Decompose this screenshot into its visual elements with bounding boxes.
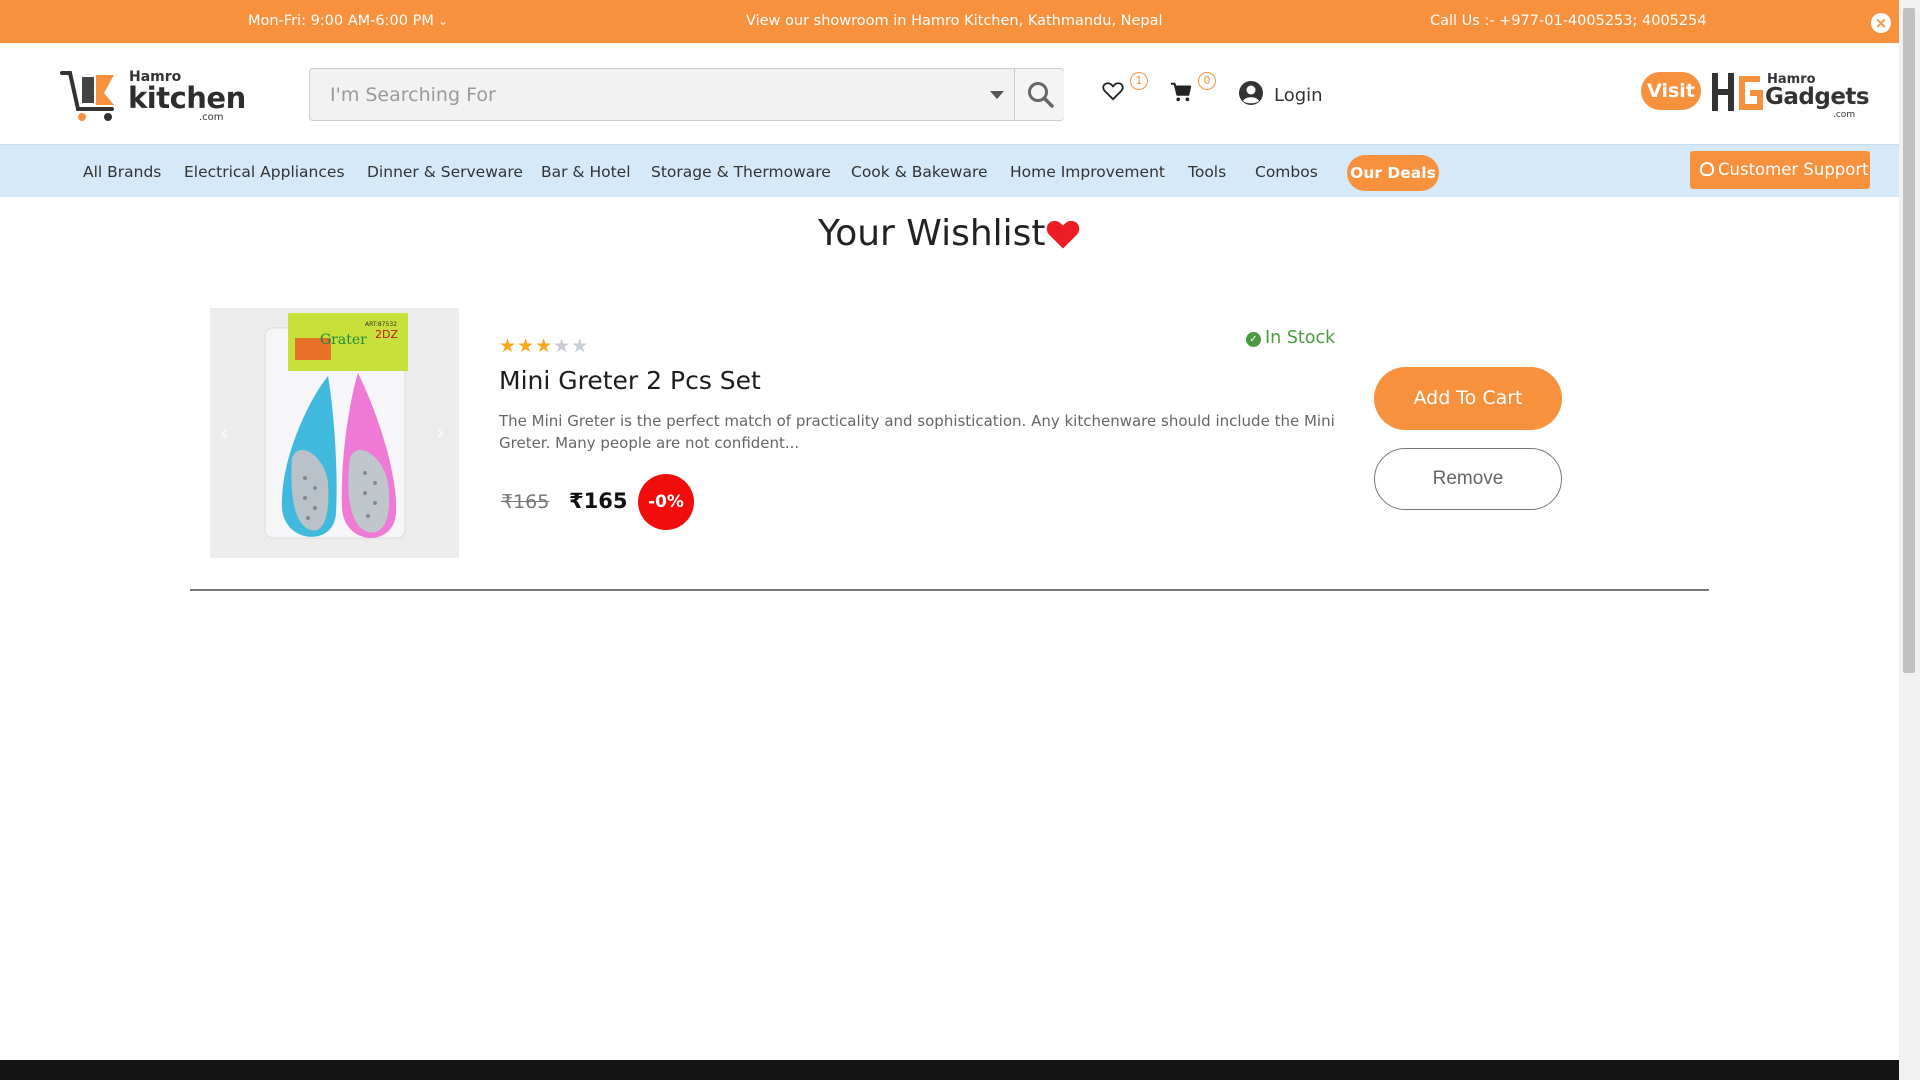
logo-kitchen-text: kitchen [128,81,246,115]
product-image-carousel[interactable]: Grater 2DZ ART:87532 ‹ › [210,308,459,558]
nav-item-combos[interactable]: Combos [1255,163,1318,181]
wishlist-count-badge: 1 [1130,72,1148,90]
call-us-text: Call Us :- +977-01-4005253; 4005254 [1430,13,1707,29]
star-empty-icon: ★ [553,335,572,357]
logo-com-text: .com [199,112,224,123]
nav-item-all-brands[interactable]: All Brands [83,163,161,181]
cart-icon [1170,82,1192,102]
nav-item-bar-hotel[interactable]: Bar & Hotel [541,163,631,181]
star-empty-icon: ★ [571,335,590,357]
business-hours-dropdown[interactable]: Mon-Fri: 9:00 AM-6:00 PM ⌄ [248,13,448,29]
page: Mon-Fri: 9:00 AM-6:00 PM ⌄ View our showr… [0,0,1920,1080]
top-info-bar: Mon-Fri: 9:00 AM-6:00 PM ⌄ View our showr… [0,0,1899,43]
search-button[interactable] [1014,69,1064,120]
check-circle-icon: ✓ [1246,332,1261,347]
star-filled-icon: ★ [517,335,536,357]
cart-count-badge: 0 [1198,72,1216,90]
our-deals-button[interactable]: Our Deals [1347,155,1439,191]
carousel-prev-icon[interactable]: ‹ [220,421,229,446]
item-divider [190,589,1709,591]
hamro-gadgets-logo[interactable]: Hamro Gadgets .com [1710,69,1870,120]
wishlist-link[interactable]: 1 [1102,72,1148,105]
star-filled-icon: ★ [535,335,554,357]
hg-logo-mark-icon [1712,73,1763,111]
login-label: Login [1274,85,1323,106]
stock-status-label: In Stock [1265,328,1336,348]
site-header: Hamro kitchen .com 1 [0,43,1899,144]
footer-strip [0,1060,1899,1080]
category-dropdown-icon[interactable] [990,91,1004,99]
search-icon [1028,82,1054,108]
product-description: The Mini Greter is the perfect match of … [499,412,1335,452]
heart-outline-icon [1102,82,1124,101]
page-title: Your Wishlist [818,213,1046,254]
star-rating: ★★★★★ [499,335,589,357]
product-name[interactable]: Mini Greter 2 Pcs Set [499,366,761,395]
nav-item-cook-bakeware[interactable]: Cook & Bakeware [851,163,988,181]
current-price: ₹165 [569,489,628,513]
hg-gadgets-text: Gadgets [1765,84,1870,110]
nav-item-dinner-serveware[interactable]: Dinner & Serveware [367,163,523,181]
pack-art-text: ART:87532 [365,321,397,328]
category-nav: All Brands Electrical Appliances Dinner … [0,144,1899,197]
product-image: Grater 2DZ ART:87532 [210,308,459,558]
business-hours-text: Mon-Fri: 9:00 AM-6:00 PM [248,13,434,29]
nav-item-home-improvement[interactable]: Home Improvement [1010,163,1165,181]
add-to-cart-button[interactable]: Add To Cart [1374,367,1562,430]
customer-support-label: Customer Support [1718,160,1869,179]
cart-link[interactable]: 0 [1170,72,1216,107]
chevron-down-icon: ⌄ [437,14,448,28]
customer-support-button[interactable]: Customer Support [1690,151,1870,189]
carousel-next-icon[interactable]: › [436,421,445,446]
star-filled-icon: ★ [499,335,518,357]
remove-button[interactable]: Remove [1374,448,1562,510]
user-account-icon [1239,81,1263,105]
nav-item-storage-thermoware[interactable]: Storage & Thermoware [651,163,831,181]
headset-icon [1700,162,1714,176]
nav-item-tools[interactable]: Tools [1188,163,1226,181]
showroom-text: View our showroom in Hamro Kitchen, Kath… [746,13,1163,29]
visit-partner-button[interactable]: Visit [1641,72,1701,110]
pack-brand-text: Grater [320,332,367,348]
discount-badge: -0% [638,474,694,530]
cart-logo-icon [60,71,114,121]
nav-item-electrical-appliances[interactable]: Electrical Appliances [184,163,345,181]
hamro-kitchen-logo[interactable]: Hamro kitchen .com [60,63,246,125]
hg-com-text: .com [1833,110,1856,120]
scrollbar-thumb[interactable] [1903,8,1915,673]
close-icon[interactable]: × [1871,13,1891,33]
search-bar [309,68,1064,121]
original-price: ₹165 [501,491,550,513]
pack-qty-text: 2DZ [375,328,398,341]
heart-icon [1046,220,1080,249]
stock-status: ✓ In Stock [1246,328,1335,348]
search-input[interactable] [310,69,1015,120]
